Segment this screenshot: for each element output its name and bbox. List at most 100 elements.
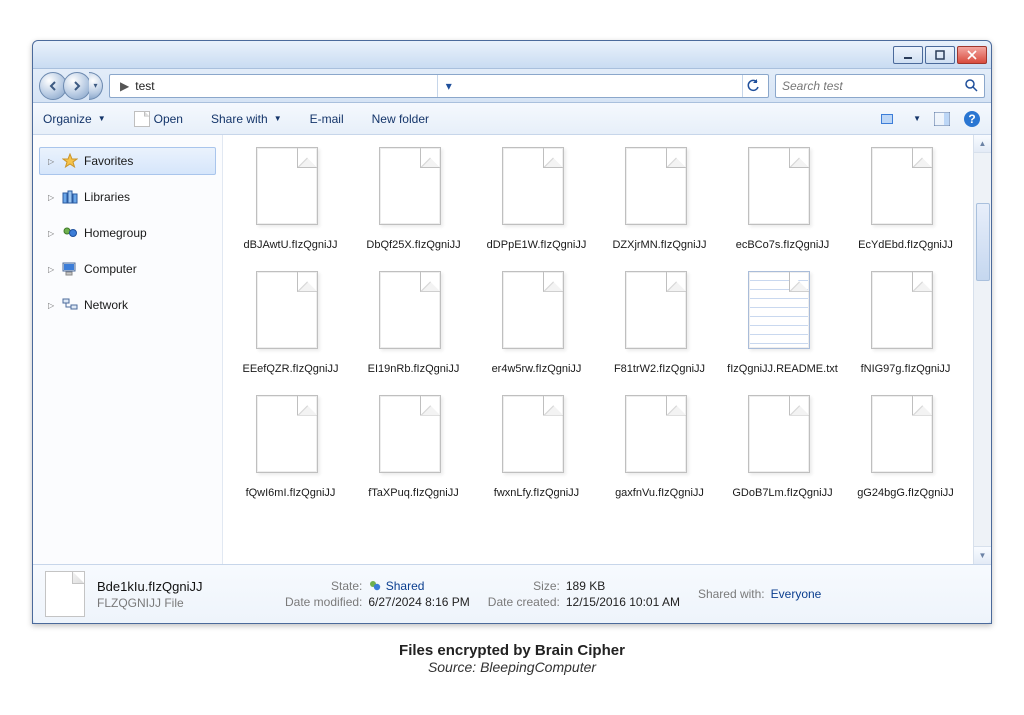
generic-file-icon bbox=[379, 395, 449, 481]
file-item[interactable]: fNIG97g.fIzQgniJJ bbox=[848, 271, 963, 377]
file-item[interactable]: fwxnLfy.fIzQgniJJ bbox=[479, 395, 594, 501]
breadcrumb-folder[interactable]: test bbox=[135, 79, 154, 93]
details-state-value: Shared bbox=[368, 579, 469, 594]
file-name-label: F81trW2.fIzQgniJJ bbox=[614, 363, 705, 377]
generic-file-icon bbox=[871, 147, 941, 233]
shared-icon bbox=[368, 579, 382, 593]
scroll-down-button[interactable]: ▼ bbox=[974, 546, 991, 564]
file-name-label: gG24bgG.fIzQgniJJ bbox=[857, 487, 954, 501]
file-name-label: EcYdEbd.fIzQgniJJ bbox=[858, 239, 953, 253]
file-name-label: fIzQgniJJ.README.txt bbox=[727, 363, 838, 377]
generic-file-icon bbox=[502, 395, 572, 481]
file-item[interactable]: DZXjrMN.fIzQgniJJ bbox=[602, 147, 717, 253]
expand-icon: ▷ bbox=[48, 265, 56, 274]
close-button[interactable] bbox=[957, 46, 987, 64]
file-item[interactable]: F81trW2.fIzQgniJJ bbox=[602, 271, 717, 377]
file-name-label: dBJAwtU.fIzQgniJJ bbox=[244, 239, 338, 253]
text-file-icon bbox=[748, 271, 818, 357]
svg-text:?: ? bbox=[968, 112, 975, 126]
refresh-button[interactable] bbox=[742, 75, 764, 97]
file-name-label: dDPpE1W.fIzQgniJJ bbox=[487, 239, 587, 253]
minimize-button[interactable] bbox=[893, 46, 923, 64]
caption-title: Files encrypted by Brain Cipher bbox=[28, 642, 996, 659]
scrollbar[interactable]: ▲ ▼ bbox=[973, 135, 991, 564]
file-item[interactable]: fTaXPuq.fIzQgniJJ bbox=[356, 395, 471, 501]
details-created-label: Date created: bbox=[488, 595, 560, 609]
sidebar-item-libraries[interactable]: ▷ Libraries bbox=[39, 183, 216, 211]
sidebar-item-label: Network bbox=[84, 298, 128, 312]
file-item[interactable]: GDoB7Lm.fIzQgniJJ bbox=[725, 395, 840, 501]
details-sharedwith-label: Shared with: bbox=[698, 587, 765, 601]
share-menu[interactable]: Share with▼ bbox=[211, 112, 282, 126]
email-button[interactable]: E-mail bbox=[310, 112, 344, 126]
address-dropdown-button[interactable]: ▾ bbox=[437, 75, 459, 97]
details-size-value: 189 KB bbox=[566, 579, 680, 593]
details-state-label: State: bbox=[285, 579, 362, 593]
chevron-down-icon[interactable]: ▼ bbox=[913, 114, 921, 123]
file-item[interactable]: gG24bgG.fIzQgniJJ bbox=[848, 395, 963, 501]
file-item[interactable]: dBJAwtU.fIzQgniJJ bbox=[233, 147, 348, 253]
file-item[interactable]: EI19nRb.fIzQgniJJ bbox=[356, 271, 471, 377]
file-item[interactable]: dDPpE1W.fIzQgniJJ bbox=[479, 147, 594, 253]
organize-menu[interactable]: Organize▼ bbox=[43, 112, 106, 126]
sidebar-item-favorites[interactable]: ▷ Favorites bbox=[39, 147, 216, 175]
caption: Files encrypted by Brain Cipher Source: … bbox=[28, 642, 996, 675]
content-area: ▷ Favorites ▷ Libraries ▷ Homegroup bbox=[33, 135, 991, 565]
generic-file-icon bbox=[256, 395, 326, 481]
open-icon bbox=[134, 111, 150, 127]
file-name-label: er4w5rw.fIzQgniJJ bbox=[492, 363, 582, 377]
sidebar-item-network[interactable]: ▷ Network bbox=[39, 291, 216, 319]
scroll-up-button[interactable]: ▲ bbox=[974, 135, 991, 153]
generic-file-icon bbox=[256, 147, 326, 233]
file-item[interactable]: ecBCo7s.fIzQgniJJ bbox=[725, 147, 840, 253]
expand-icon: ▷ bbox=[48, 229, 56, 238]
search-input[interactable]: Search test bbox=[775, 74, 985, 98]
caption-source: Source: BleepingComputer bbox=[28, 659, 996, 675]
file-grid: dBJAwtU.fIzQgniJJ DbQf25X.fIzQgniJJ dDPpE1… bbox=[233, 147, 985, 500]
network-icon bbox=[62, 297, 78, 313]
open-button[interactable]: Open bbox=[134, 111, 183, 127]
forward-button[interactable] bbox=[63, 72, 91, 100]
file-item[interactable]: er4w5rw.fIzQgniJJ bbox=[479, 271, 594, 377]
chevron-down-icon: ▼ bbox=[98, 114, 106, 123]
file-item[interactable]: DbQf25X.fIzQgniJJ bbox=[356, 147, 471, 253]
file-list-area: dBJAwtU.fIzQgniJJ DbQf25X.fIzQgniJJ dDPpE1… bbox=[223, 135, 991, 564]
generic-file-icon bbox=[502, 147, 572, 233]
details-sharedwith-value: Everyone bbox=[771, 587, 822, 601]
file-item-readme[interactable]: fIzQgniJJ.README.txt bbox=[725, 271, 840, 377]
help-button[interactable]: ? bbox=[963, 110, 981, 128]
file-name-label: fTaXPuq.fIzQgniJJ bbox=[368, 487, 459, 501]
file-name-label: ecBCo7s.fIzQgniJJ bbox=[736, 239, 830, 253]
sidebar-item-label: Libraries bbox=[84, 190, 130, 204]
details-modified-value: 6/27/2024 8:16 PM bbox=[368, 595, 469, 609]
view-options-button[interactable] bbox=[881, 110, 899, 128]
search-icon bbox=[964, 78, 978, 95]
new-folder-button[interactable]: New folder bbox=[372, 112, 429, 126]
file-item[interactable]: gaxfnVu.fIzQgniJJ bbox=[602, 395, 717, 501]
generic-file-icon bbox=[502, 271, 572, 357]
file-item[interactable]: fQwI6mI.fIzQgniJJ bbox=[233, 395, 348, 501]
star-icon bbox=[62, 153, 78, 169]
file-item[interactable]: EcYdEbd.fIzQgniJJ bbox=[848, 147, 963, 253]
details-size-label: Size: bbox=[488, 579, 560, 593]
details-file-type: FLZQGNIJJ File bbox=[97, 596, 267, 610]
expand-icon: ▷ bbox=[48, 193, 56, 202]
nav-history-dropdown[interactable]: ▾ bbox=[89, 72, 103, 100]
sidebar-item-computer[interactable]: ▷ Computer bbox=[39, 255, 216, 283]
file-item[interactable]: EEefQZR.fIzQgniJJ bbox=[233, 271, 348, 377]
file-name-label: fNIG97g.fIzQgniJJ bbox=[861, 363, 951, 377]
file-name-label: DbQf25X.fIzQgniJJ bbox=[366, 239, 460, 253]
sidebar-item-homegroup[interactable]: ▷ Homegroup bbox=[39, 219, 216, 247]
preview-pane-button[interactable] bbox=[933, 110, 951, 128]
details-pane: Bde1kIu.fIzQgniJJ FLZQGNIJJ File State: … bbox=[33, 565, 991, 623]
scroll-thumb[interactable] bbox=[976, 203, 990, 281]
explorer-window: ▾ ▶ test ▾ Search test Organize▼ Open bbox=[32, 40, 992, 624]
nav-buttons: ▾ bbox=[39, 72, 103, 100]
search-placeholder: Search test bbox=[782, 79, 843, 93]
homegroup-icon bbox=[62, 225, 78, 241]
expand-icon: ▷ bbox=[48, 157, 56, 166]
maximize-button[interactable] bbox=[925, 46, 955, 64]
address-bar[interactable]: ▶ test ▾ bbox=[109, 74, 769, 98]
file-name-label: fwxnLfy.fIzQgniJJ bbox=[494, 487, 579, 501]
chevron-down-icon: ▼ bbox=[274, 114, 282, 123]
